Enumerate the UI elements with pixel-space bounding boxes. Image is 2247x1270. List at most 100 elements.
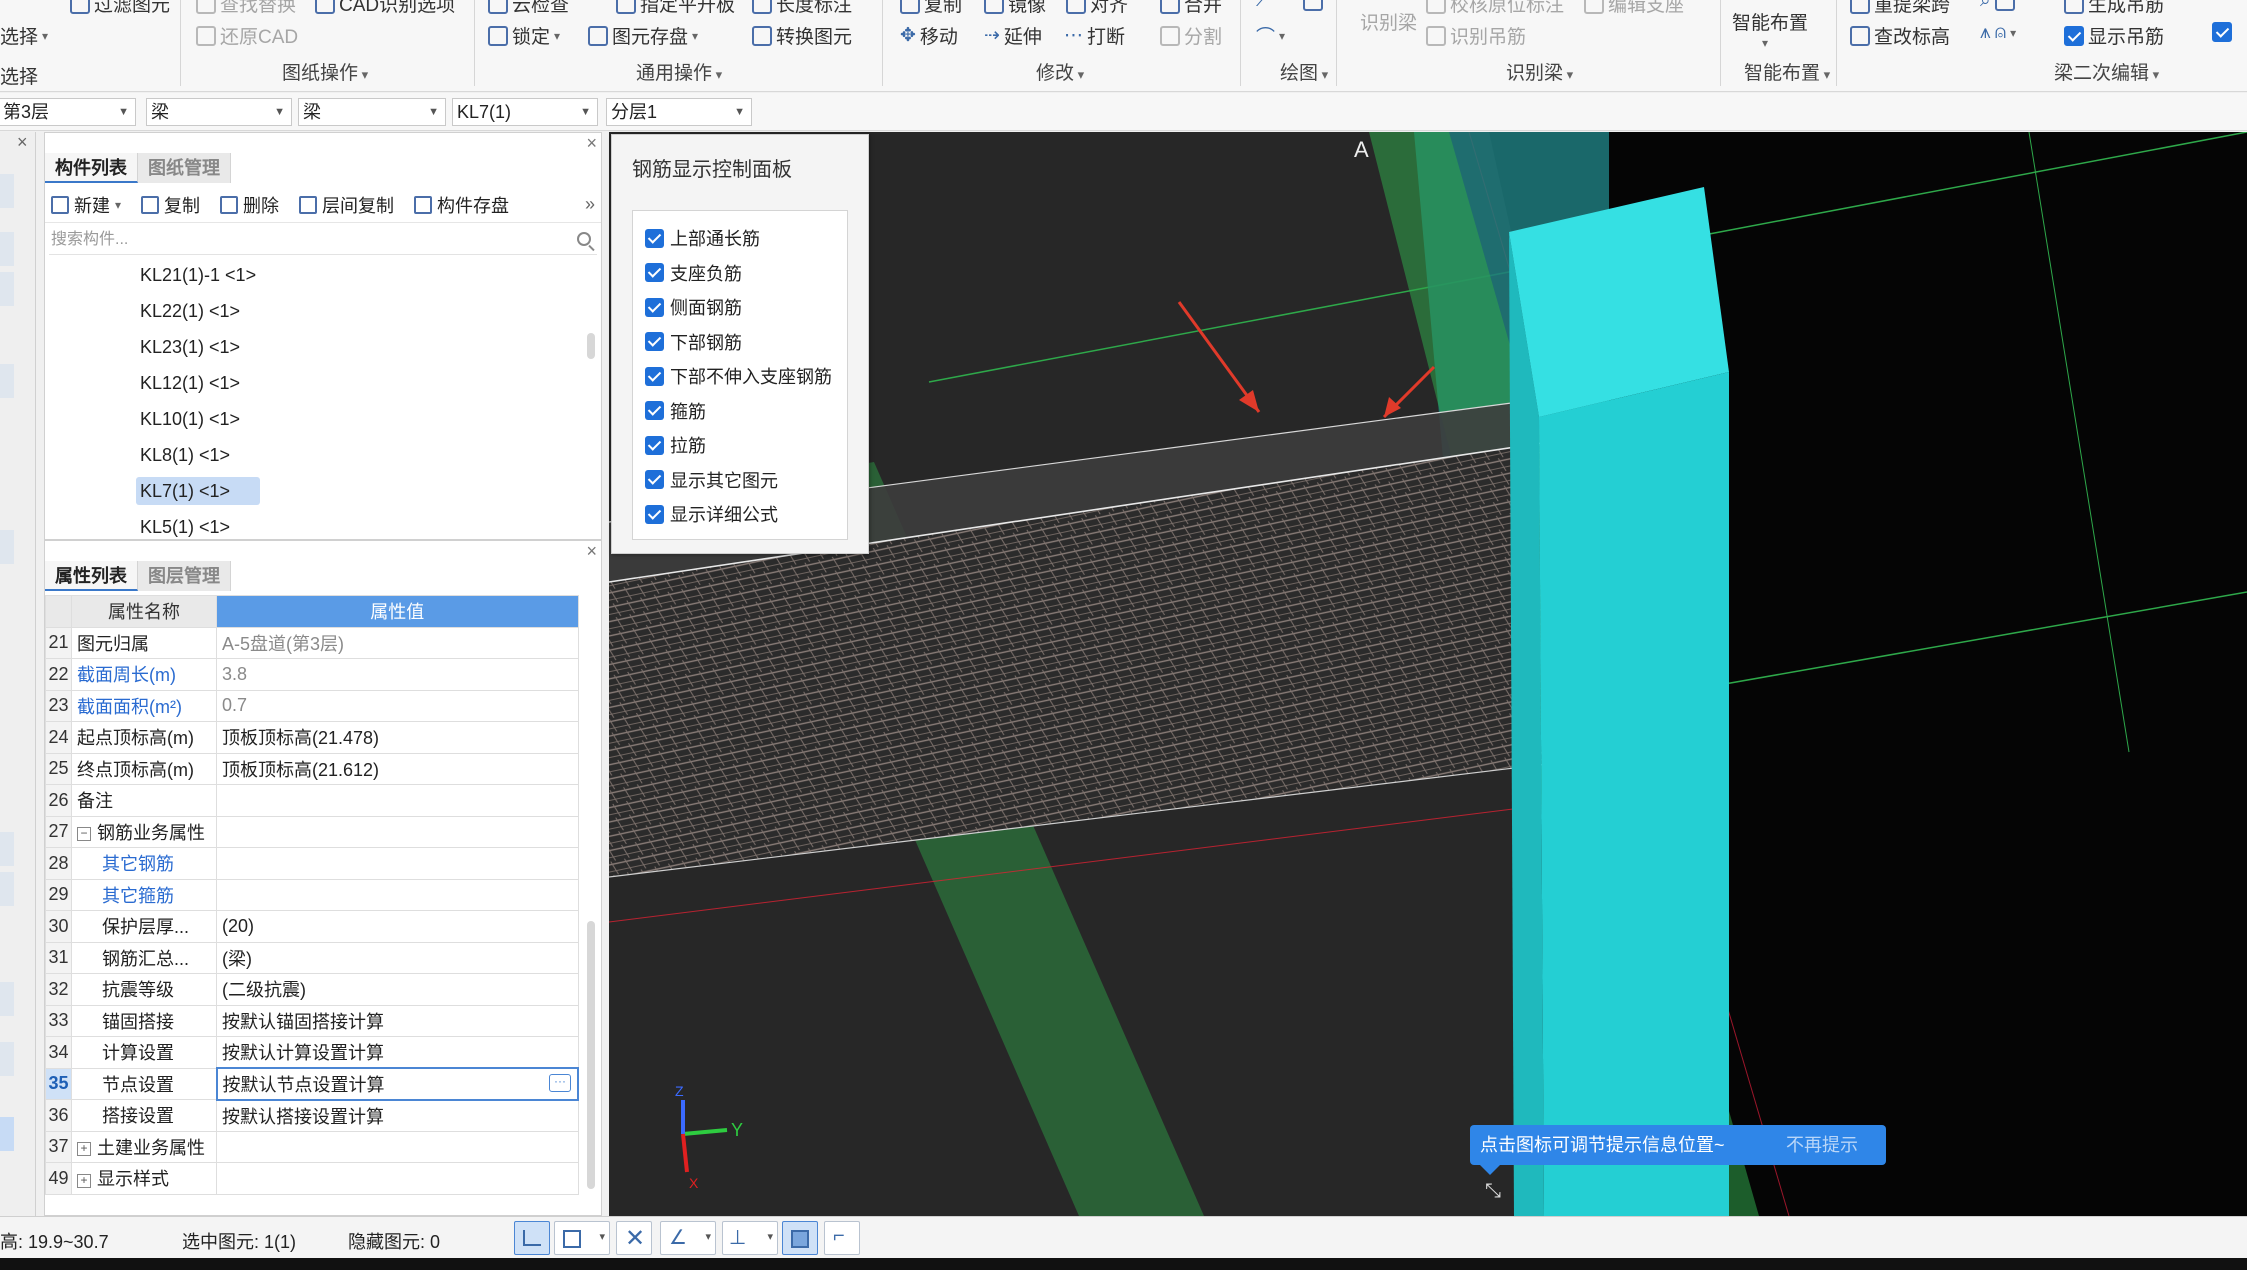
component-select[interactable]: KL7(1) ▼	[452, 98, 598, 126]
redefine-span-button[interactable]: 重提梁跨	[1850, 0, 1950, 17]
table-row[interactable]: 21 图元归属 A-5盘道(第3层)	[45, 626, 579, 659]
expand-icon[interactable]: +	[77, 1173, 91, 1188]
search-tool-button[interactable]: ⌕	[1980, 0, 2015, 12]
list-item[interactable]: KL10(1) <1>	[45, 401, 585, 437]
floor-copy-button[interactable]: 层间复制	[299, 192, 394, 218]
table-row[interactable]: 31 钢筋汇总... (梁)	[45, 941, 579, 974]
check-elevation-button[interactable]: 查改标高	[1850, 22, 1950, 49]
move-button[interactable]: ✥ 移动	[900, 22, 958, 49]
tab-layer-management[interactable]: 图层管理	[138, 561, 231, 591]
table-row[interactable]: 22 截面周长(m) 3.8	[45, 658, 579, 691]
drawing-ops-group[interactable]: 图纸操作	[282, 58, 368, 85]
cloud-check-button[interactable]: 云检查	[488, 0, 569, 17]
layer-select[interactable]: 分层1 ▼	[606, 98, 752, 126]
nav-block[interactable]	[0, 530, 14, 564]
checkbox-show-other-elements[interactable]: 显示其它图元	[633, 463, 847, 498]
find-replace-button[interactable]: 查找替换	[196, 0, 296, 17]
beam-secondary-group[interactable]: 梁二次编辑	[2054, 58, 2159, 85]
extend-button[interactable]: ⇢ 延伸	[984, 22, 1042, 49]
edit-support-button[interactable]: 编辑支座	[1584, 0, 1684, 17]
close-icon[interactable]: ×	[586, 541, 597, 562]
snap-mode-dropdown[interactable]: ▾	[554, 1221, 610, 1255]
save-component-button[interactable]: 构件存盘	[414, 192, 509, 218]
checkbox-side-rebar[interactable]: 侧面钢筋	[633, 290, 847, 325]
scrollbar-thumb[interactable]	[587, 333, 595, 359]
overflow-icon[interactable]: »	[585, 194, 595, 215]
align-button[interactable]: 对齐	[1066, 0, 1128, 17]
table-row[interactable]: 34 计算设置 按默认计算设置计算	[45, 1036, 579, 1069]
verify-origin-button[interactable]: 校核原位标注	[1426, 0, 1564, 17]
break-button[interactable]: ⋯ 打断	[1064, 22, 1125, 49]
cross-toggle[interactable]: ✕	[616, 1221, 652, 1255]
checkbox-support-negative[interactable]: 支座负筋	[633, 256, 847, 291]
collapse-icon[interactable]: −	[77, 827, 91, 841]
checkbox-show-formula[interactable]: 显示详细公式	[633, 497, 847, 532]
lock-button[interactable]: 锁定 ▾	[488, 22, 560, 49]
modify-group[interactable]: 修改	[1036, 58, 1084, 85]
table-row[interactable]: 24 起点顶标高(m) 顶板顶标高(21.478)	[45, 721, 579, 754]
list-item[interactable]: KL5(1) <1>	[45, 509, 585, 537]
expand-icon[interactable]: +	[77, 1142, 91, 1156]
checkbox-tie-bar[interactable]: 拉筋	[633, 428, 847, 463]
merge-button[interactable]: 合并	[1160, 0, 1222, 17]
smart-layout-button[interactable]: 智能布置	[1732, 8, 1808, 35]
close-icon[interactable]: ×	[17, 132, 28, 153]
mirror-button[interactable]: 镜像	[984, 0, 1046, 17]
table-row-group[interactable]: 27− 钢筋业务属性	[45, 815, 579, 848]
restore-cad-button[interactable]: 还原CAD	[196, 22, 298, 49]
table-row[interactable]: 30 保护层厚... (20)	[45, 910, 579, 943]
extra-checkbox[interactable]	[2212, 22, 2232, 42]
table-row[interactable]: 28 其它钢筋	[45, 847, 579, 880]
nav-block[interactable]	[0, 1042, 14, 1076]
reposition-icon[interactable]: ⤡	[1485, 1180, 1511, 1206]
generate-hanger-button[interactable]: 生成吊筋	[2064, 0, 2164, 17]
dont-show-again-link[interactable]: 不再提示	[1786, 1125, 1858, 1165]
hint-tooltip[interactable]: 点击图标可调节提示信息位置~ 不再提示	[1470, 1125, 1886, 1175]
tab-property-list[interactable]: 属性列表	[45, 561, 138, 591]
filter-elements-button[interactable]: 过滤图元	[70, 0, 170, 17]
cad-options-button[interactable]: CAD识别选项	[315, 0, 455, 17]
scrollbar-thumb[interactable]	[587, 921, 595, 1189]
draw-arc-button[interactable]: ⌒ ▾	[1256, 22, 1285, 49]
tab-component-list[interactable]: 构件列表	[45, 153, 138, 183]
nav-block[interactable]	[0, 982, 14, 1016]
checkbox-bottom-non-anchored[interactable]: 下部不伸入支座钢筋	[633, 359, 847, 394]
table-row[interactable]: 33 锚固搭接 按默认锚固搭接计算	[45, 1004, 579, 1037]
nav-block[interactable]	[0, 174, 14, 208]
table-row-active[interactable]: 35 节点设置 按默认节点设置计算 ···	[45, 1067, 579, 1101]
list-item-selected[interactable]: KL7(1) <1>	[45, 473, 585, 509]
view-toggle[interactable]	[782, 1221, 818, 1255]
general-ops-group[interactable]: 通用操作	[636, 58, 722, 85]
tab-drawing-management[interactable]: 图纸管理	[138, 153, 231, 183]
table-row[interactable]: 25 终点顶标高(m) 顶板顶标高(21.612)	[45, 752, 579, 785]
close-icon[interactable]: ×	[586, 133, 597, 154]
draw-line-button[interactable]: ⟋	[1256, 0, 1324, 12]
hanger-style-button[interactable]: ⩚ ⍝ ▾	[1980, 22, 2016, 44]
type-select[interactable]: 梁 ▼	[298, 98, 446, 126]
copy-button[interactable]: 复制	[141, 192, 200, 218]
checkbox-top-continuous[interactable]: 上部通长筋	[633, 221, 847, 256]
identify-hanger-button[interactable]: 识别吊筋	[1426, 22, 1526, 49]
curve-toggle[interactable]: ⌐	[824, 1221, 860, 1255]
nav-block-active[interactable]	[0, 1117, 14, 1151]
more-icon[interactable]: ···	[549, 1074, 571, 1092]
split-button[interactable]: 分割	[1160, 22, 1222, 49]
list-item[interactable]: KL12(1) <1>	[45, 365, 585, 401]
list-item[interactable]: KL8(1) <1>	[45, 437, 585, 473]
length-mark-button[interactable]: 长度标注	[752, 0, 852, 17]
nav-block[interactable]	[0, 364, 14, 398]
table-row[interactable]: 32 抗震等级 (二级抗震)	[45, 973, 579, 1006]
delete-button[interactable]: 删除	[220, 192, 279, 218]
table-row[interactable]: 29 其它箍筋	[45, 878, 579, 911]
floor-select[interactable]: 第3层 ▼	[0, 98, 136, 126]
nav-block[interactable]	[0, 872, 14, 906]
list-item[interactable]: KL23(1) <1>	[45, 329, 585, 365]
category-select[interactable]: 梁 ▼	[146, 98, 292, 126]
table-row[interactable]: 36 搭接设置 按默认搭接设置计算	[45, 1099, 579, 1132]
select-dropdown[interactable]: 选择 ▾	[0, 22, 48, 49]
component-search-input[interactable]: 搜索构件...	[49, 225, 597, 255]
list-item[interactable]: KL22(1) <1>	[45, 293, 585, 329]
angle-dropdown[interactable]: ∠ ▾	[660, 1221, 716, 1255]
checkbox-bottom-rebar[interactable]: 下部钢筋	[633, 325, 847, 360]
element-store-button[interactable]: 图元存盘 ▾	[588, 22, 698, 49]
